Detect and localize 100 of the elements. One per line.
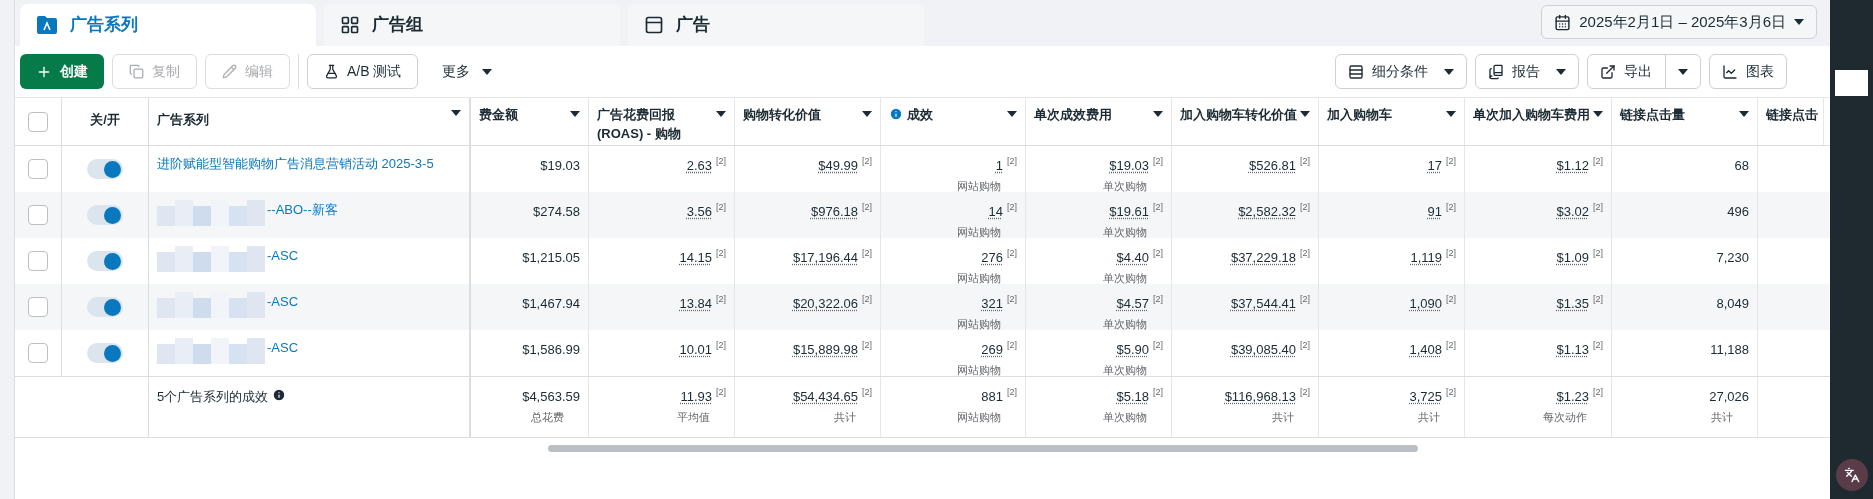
- footnote-mark: [2]: [1300, 203, 1310, 212]
- create-button[interactable]: 创建: [20, 54, 104, 89]
- column-header[interactable]: 单次成效费用: [1026, 98, 1172, 145]
- cell-value: $116,968.13: [1224, 388, 1296, 406]
- cell-value: 321: [981, 295, 1003, 313]
- cell-value: $19.61: [1109, 203, 1149, 221]
- header-label: 单次加入购物车费用: [1473, 106, 1590, 124]
- caret-icon: [1794, 19, 1804, 25]
- column-header[interactable]: 购物转化价值: [735, 98, 881, 145]
- more-button[interactable]: 更多: [426, 54, 509, 89]
- caret-icon: [1300, 111, 1310, 117]
- caret-icon: [482, 68, 493, 75]
- cell-value: 7,230: [1716, 249, 1749, 267]
- footnote-mark: [2]: [862, 157, 872, 166]
- cell-caption: 单次购物: [1103, 409, 1147, 425]
- column-header[interactable]: 广告花费回报 (ROAS) - 购物: [589, 98, 735, 145]
- toggle-switch[interactable]: [87, 251, 123, 271]
- row-checkbox[interactable]: [28, 251, 48, 271]
- summary-label: 5个广告系列的成效: [157, 388, 269, 406]
- window-icon: [644, 15, 664, 35]
- cell-value: $1,467.94: [522, 295, 580, 313]
- cell-value: 1,119: [1410, 249, 1442, 267]
- cell-caption: 网站购物: [957, 316, 1001, 332]
- caret-icon: [716, 111, 726, 117]
- cell-value: 1: [995, 157, 1003, 175]
- column-header[interactable]: 费金额: [471, 98, 589, 145]
- toggle-switch[interactable]: [87, 205, 123, 225]
- column-header[interactable]: 链接点击: [1758, 98, 1824, 145]
- date-range-picker[interactable]: 2025年2月1日 – 2025年3月6日: [1541, 5, 1817, 39]
- page-thumbnail[interactable]: [1835, 70, 1868, 96]
- tab[interactable]: 广告系列: [20, 4, 316, 46]
- footnote-mark: [2]: [1446, 249, 1456, 258]
- caret-icon: [1556, 68, 1566, 75]
- campaign-name-link[interactable]: -ASC: [267, 246, 299, 266]
- horizontal-scrollbar[interactable]: [548, 444, 1418, 452]
- header-label: 链接点击: [1766, 106, 1818, 124]
- cell-value: 881: [981, 388, 1003, 406]
- select-all-checkbox[interactable]: [28, 111, 48, 132]
- footnote-mark: [2]: [1593, 203, 1603, 212]
- row-checkbox[interactable]: [28, 205, 48, 225]
- cell-value: 91: [1427, 203, 1442, 221]
- campaign-name-link[interactable]: -ASC: [267, 338, 299, 358]
- cell-value: 1,408: [1409, 341, 1442, 359]
- footnote-mark: [2]: [1300, 249, 1310, 258]
- cell-caption: 共计: [1711, 409, 1733, 425]
- cell-caption: 网站购物: [957, 224, 1001, 240]
- footnote-mark: [2]: [862, 388, 872, 397]
- footnote-mark: [2]: [1153, 249, 1163, 258]
- row-checkbox[interactable]: [28, 343, 48, 363]
- footnote-mark: [2]: [1446, 295, 1456, 304]
- header-label: 成效: [907, 106, 933, 124]
- row-checkbox[interactable]: [28, 297, 48, 317]
- caret-icon: [1593, 111, 1603, 117]
- flask-icon: [324, 64, 339, 79]
- tab[interactable]: 广告组: [324, 4, 620, 46]
- grid-icon: [340, 15, 360, 35]
- column-header[interactable]: 链接点击量: [1612, 98, 1758, 145]
- cell-caption: 共计: [1418, 409, 1440, 425]
- campaign-name-link[interactable]: --ABO--新客: [267, 200, 338, 220]
- toggle-switch[interactable]: [87, 159, 123, 179]
- footnote-mark: [2]: [1007, 249, 1017, 258]
- campaign-name-link[interactable]: 进阶赋能型智能购物广告消息营销活动 2025-3-5: [157, 154, 434, 174]
- cell-value: 14: [988, 203, 1003, 221]
- cell-value: 11.93: [680, 388, 712, 406]
- cell-value: $17,196.44: [792, 249, 858, 267]
- footnote-mark: [2]: [1446, 341, 1456, 350]
- cell-value: $5.18: [1116, 388, 1149, 406]
- column-header[interactable]: 加入购物车转化价值: [1172, 98, 1319, 145]
- cell-value: 496: [1727, 203, 1749, 221]
- report-button[interactable]: 报告: [1475, 54, 1579, 89]
- cell-value: $4.40: [1116, 249, 1149, 267]
- cell-caption: 网站购物: [957, 178, 1001, 194]
- caret-icon: [1739, 111, 1749, 117]
- ab-button[interactable]: A/B 测试: [307, 54, 419, 89]
- caret-icon: [1446, 111, 1456, 117]
- column-header[interactable]: 单次加入购物车费用: [1465, 98, 1612, 145]
- cell-value: $1.09: [1556, 249, 1589, 267]
- tab[interactable]: 广告: [628, 4, 924, 46]
- cell-value: 10.01: [679, 341, 712, 359]
- caret-icon: [451, 110, 461, 116]
- footnote-mark: [2]: [1153, 157, 1163, 166]
- translate-icon[interactable]: [1835, 459, 1868, 491]
- cell-value: 3.56: [686, 203, 712, 221]
- cell-caption: 网站购物: [957, 362, 1001, 378]
- column-header[interactable]: 成效: [881, 98, 1026, 145]
- row-checkbox[interactable]: [28, 159, 48, 179]
- chart-button[interactable]: 图表: [1709, 54, 1787, 89]
- column-header[interactable]: 关/开: [90, 110, 120, 130]
- footnote-mark: [2]: [1446, 388, 1456, 397]
- cell-value: $4,563.59: [522, 388, 580, 406]
- toggle-switch[interactable]: [87, 343, 123, 363]
- column-header[interactable]: 加入购物车: [1319, 98, 1465, 145]
- cell-value: 17: [1427, 157, 1442, 175]
- toggle-switch[interactable]: [87, 297, 123, 317]
- campaign-name-link[interactable]: -ASC: [267, 292, 299, 312]
- caret-icon: [570, 111, 580, 117]
- cell-caption: 单次购物: [1103, 362, 1147, 378]
- cell-value: $4.57: [1116, 295, 1149, 313]
- breakdown-button[interactable]: 细分条件: [1335, 54, 1467, 89]
- cell-value: 68: [1734, 157, 1749, 175]
